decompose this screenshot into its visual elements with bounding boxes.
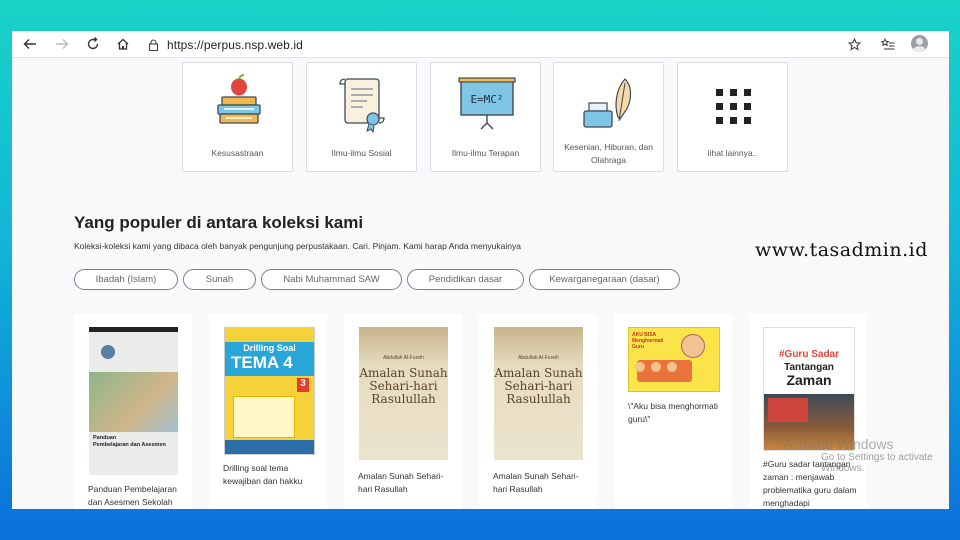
category-card-kesusastraan[interactable]: Kesusastraan (182, 62, 293, 172)
book-title[interactable]: \"Aku bisa menghormati guru\" (628, 400, 726, 426)
category-card-ilmu-sosial[interactable]: Ilmu-ilmu Sosial (306, 62, 417, 172)
category-label: Kesusastraan (211, 148, 264, 158)
category-card-kesenian[interactable]: Kesenian, Hiburan, dan Olahraga (553, 62, 664, 172)
cover-text: Rasulullah (506, 392, 571, 406)
lock-icon (148, 39, 159, 51)
section-subheading: Koleksi-koleksi kami yang dibaca oleh ba… (74, 241, 521, 251)
book-title[interactable]: Panduan Pembelajaran dan Asesmen Sekolah (88, 483, 186, 509)
svg-text:E=MC²: E=MC² (470, 93, 503, 106)
blackboard-icon: E=MC² (458, 77, 516, 130)
book-title[interactable]: Amalan Sunah Sehari-hari Rasullah (493, 470, 591, 496)
category-card-lainnya[interactable]: lihat lainnya.. (677, 62, 788, 172)
cover-text: Guru (632, 344, 644, 350)
background-band (0, 509, 960, 540)
address-bar[interactable]: https://perpus.nsp.web.id (148, 36, 868, 54)
category-label: Kesenian, Hiburan, dan Olahraga (564, 142, 653, 165)
cover-text: #Guru Sadar (778, 349, 840, 360)
book-card[interactable]: Drilling Soal TEMA 4 3 Drilling soal tem… (209, 314, 327, 509)
ink-quill-icon (583, 78, 632, 128)
reload-icon[interactable] (83, 34, 103, 54)
category-label: lihat lainnya.. (707, 148, 758, 158)
category-label: Ilmu-ilmu Sosial (331, 148, 392, 158)
cover-text: Abdullah Al-Fureih (383, 355, 424, 361)
profile-icon[interactable] (911, 35, 928, 52)
tag-kewarganegaraan[interactable]: Kewarganegaraan (dasar) (529, 269, 680, 290)
category-label: Ilmu-ilmu Terapan (451, 148, 520, 158)
tag-ibadah[interactable]: Ibadah (Islam) (74, 269, 178, 290)
watermark-text: www.tasadmin.id (755, 239, 928, 261)
book-cover[interactable]: Abdullah Al-Fureih Amalan Sunah Sehari-h… (359, 327, 448, 460)
book-card[interactable]: AKU BISA Menghormati Guru \"Aku bisa men… (614, 314, 732, 509)
cover-text: 3 (297, 378, 309, 392)
tag-sunah[interactable]: Sunah (183, 269, 256, 290)
category-card-ilmu-terapan[interactable]: E=MC² Ilmu-ilmu Terapan (430, 62, 541, 172)
tag-nabi-muhammad[interactable]: Nabi Muhammad SAW (261, 269, 402, 290)
book-card[interactable]: Abdullah Al-Fureih Amalan Sunah Sehari-h… (479, 314, 597, 509)
url-text[interactable]: https://perpus.nsp.web.id (167, 38, 303, 52)
cover-text: Drilling Soal (243, 343, 296, 353)
browser-toolbar: https://perpus.nsp.web.id (12, 31, 949, 58)
book-cover[interactable]: #Guru Sadar Tantangan Zaman (763, 327, 855, 451)
book-cover[interactable]: AKU BISA Menghormati Guru (628, 327, 720, 392)
tag-pendidikan-dasar[interactable]: Pendidikan dasar (407, 269, 524, 290)
books-apple-icon (217, 74, 261, 124)
certificate-icon (339, 78, 385, 134)
star-icon[interactable] (844, 34, 864, 54)
activation-subtitle: Go to Settings to activate Windows. (821, 452, 933, 474)
cover-text: Abdullah Al-Fureih (518, 355, 559, 361)
home-icon[interactable] (113, 34, 133, 54)
book-cover[interactable]: Panduan Pembelajaran dan Asesmen (89, 327, 178, 475)
book-title[interactable]: Drilling soal tema kewajiban dan hakku (223, 462, 321, 488)
book-card[interactable]: #Guru Sadar Tantangan Zaman #Guru sadar … (749, 314, 867, 509)
activation-title: Activate Windows (783, 436, 894, 452)
section-heading: Yang populer di antara koleksi kami (74, 213, 364, 232)
cover-text: TEMA 4 (231, 353, 293, 372)
cover-text: Panduan (93, 435, 117, 441)
cover-text: Zaman (786, 372, 832, 388)
cover-text: Rasulullah (371, 392, 436, 406)
back-icon[interactable] (20, 34, 40, 54)
book-title[interactable]: Amalan Sunah Sehari-hari Rasullah (358, 470, 456, 496)
cover-text: Pembelajaran dan Asesmen (93, 442, 166, 448)
favorites-icon[interactable] (878, 34, 898, 54)
forward-icon[interactable] (52, 34, 72, 54)
book-card[interactable]: Panduan Pembelajaran dan Asesmen Panduan… (74, 314, 192, 509)
book-cover[interactable]: Drilling Soal TEMA 4 3 (224, 327, 315, 455)
book-cover[interactable]: Abdullah Al-Fureih Amalan Sunah Sehari-h… (494, 327, 583, 460)
grid-icon (716, 89, 751, 124)
book-card[interactable]: Abdullah Al-Fureih Amalan Sunah Sehari-h… (344, 314, 462, 509)
